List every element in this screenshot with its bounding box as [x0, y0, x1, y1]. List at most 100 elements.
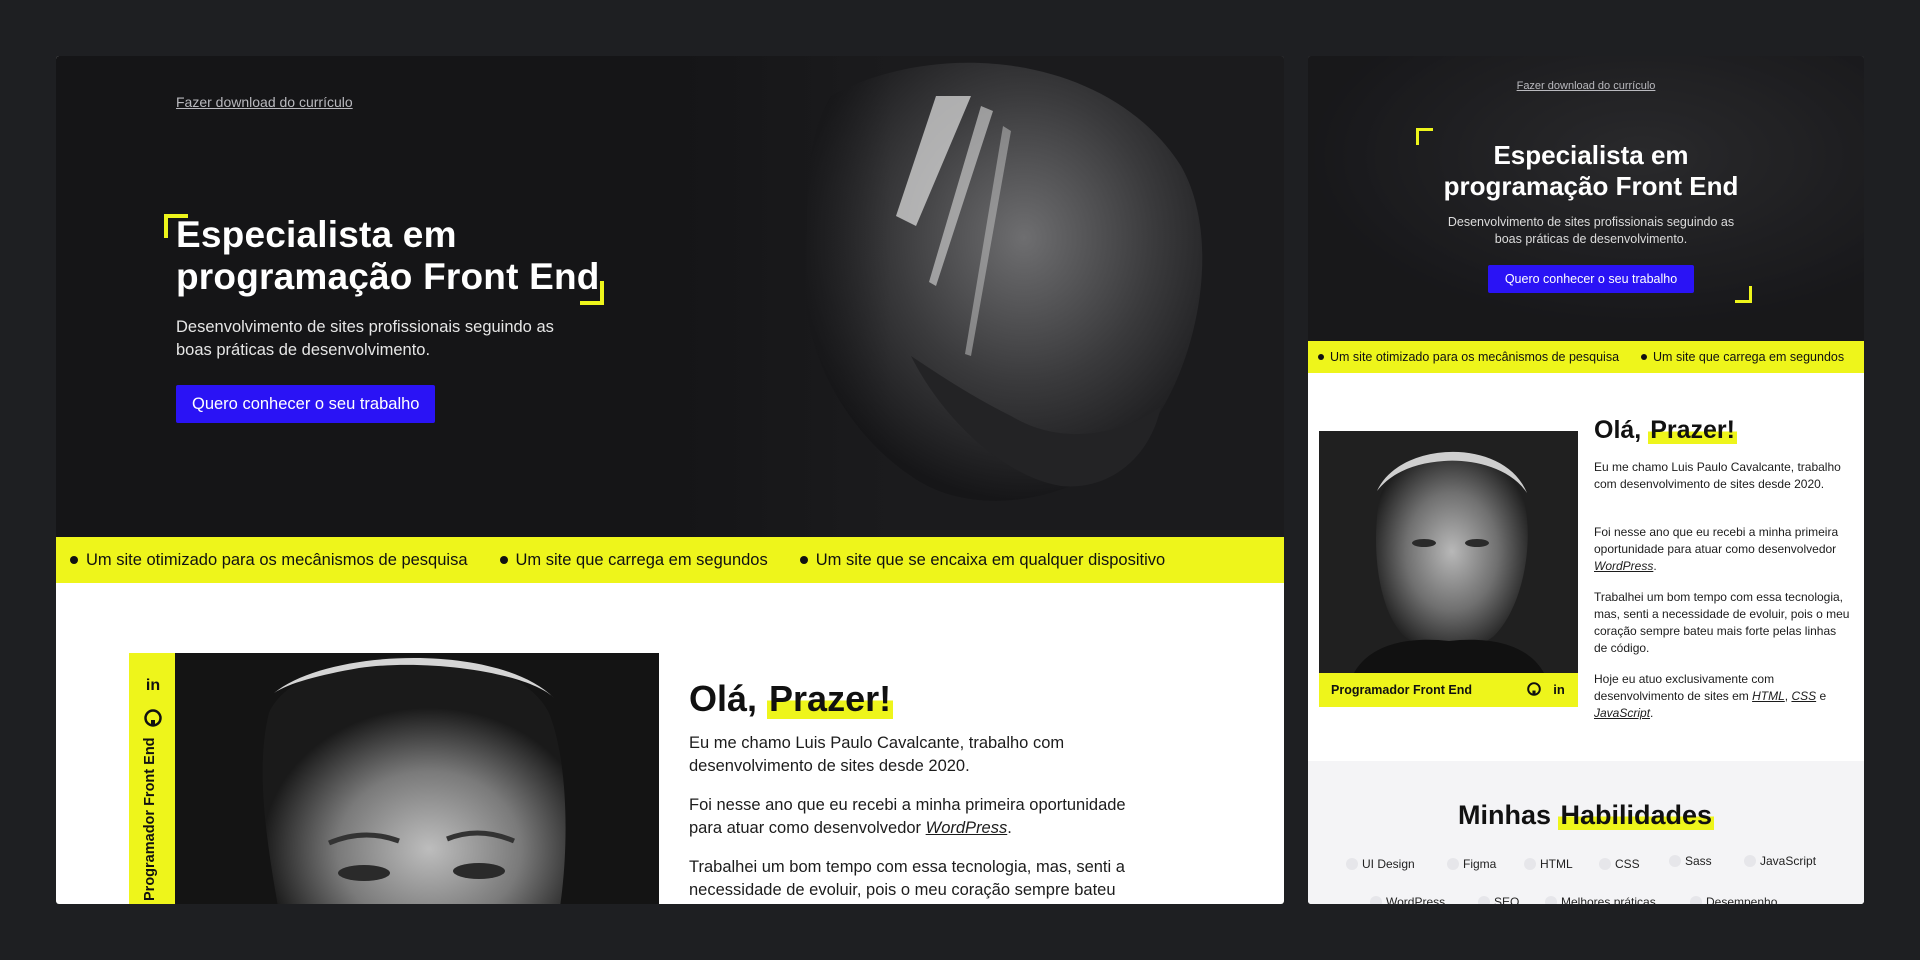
- mobile-about-paragraph-2: Foi nesse ano que eu recebi a minha prim…: [1594, 524, 1850, 575]
- hero-portrait-image: [681, 56, 1284, 537]
- about-p2-line2: para atuar como desenvolvedor: [689, 819, 926, 837]
- skill-label: SEO: [1494, 895, 1520, 904]
- mobile-about-p2-text: Foi nesse ano que eu recebi a minha prim…: [1594, 525, 1839, 556]
- download-resume-link[interactable]: Fazer download do currículo: [176, 94, 353, 110]
- about-paragraph-2: Foi nesse ano que eu recebi a minha prim…: [689, 794, 1159, 840]
- hero-subtitle-line1: Desenvolvimento de sites profissionais s…: [176, 318, 554, 336]
- skill-radio-icon: [1744, 855, 1756, 867]
- linkedin-icon[interactable]: in: [144, 677, 162, 695]
- skills-heading-prefix: Minhas: [1457, 800, 1559, 830]
- skill-label: Figma: [1463, 857, 1497, 871]
- about-p3-line2: necessidade de evoluir, pois o meu coraç…: [689, 881, 1116, 899]
- mobile-download-resume-link[interactable]: Fazer download do currículo: [1517, 80, 1656, 92]
- skill-chip: JavaScript: [1740, 851, 1820, 871]
- ticker-item: Um site otimizado para os mecânismos de …: [1318, 350, 1619, 364]
- skill-chip: Sass: [1665, 851, 1716, 871]
- about-heading: Olá, Prazer!: [689, 678, 894, 720]
- skill-chip: SEO: [1474, 892, 1523, 904]
- mobile-about-paragraph-4: Hoje eu atuo exclusivamente com desenvol…: [1594, 671, 1850, 722]
- about-p2-end: .: [1007, 819, 1012, 837]
- about-heading-prefix: Olá,: [689, 678, 768, 719]
- javascript-link[interactable]: JavaScript: [1594, 706, 1650, 720]
- hero-title-line1: Especialista em: [176, 214, 457, 255]
- about-p1-line1: Eu me chamo Luis Paulo Cavalcante, traba…: [689, 734, 1065, 752]
- about-p2-line1: Foi nesse ano que eu recebi a minha prim…: [689, 796, 1126, 814]
- skill-chip: UI Design: [1342, 854, 1419, 874]
- ticker-text: Um site otimizado para os mecânismos de …: [1330, 350, 1620, 364]
- mobile-hero-title: Especialista em programação Front End: [1308, 140, 1864, 202]
- about-p1-line2: desenvolvimento de sites desde 2020.: [689, 757, 970, 775]
- hero-subtitle: Desenvolvimento de sites profissionais s…: [176, 316, 596, 362]
- mobile-hero-subtitle: Desenvolvimento de sites profissionais s…: [1308, 214, 1864, 248]
- skill-radio-icon: [1545, 896, 1557, 904]
- skill-radio-icon: [1447, 858, 1459, 870]
- mobile-about-heading-highlight: Prazer!: [1648, 416, 1737, 444]
- skill-radio-icon: [1370, 896, 1382, 904]
- wordpress-link[interactable]: WordPress: [926, 819, 1008, 837]
- skill-chip: Melhores práticas: [1541, 892, 1660, 904]
- skill-chip: WordPress: [1366, 892, 1449, 904]
- desktop-preview: Fazer download do currículo Especialista…: [56, 56, 1284, 904]
- skill-label: UI Design: [1362, 857, 1415, 871]
- ticker-text: Um site que se encaixa em qualquer dispo…: [815, 550, 1166, 569]
- mobile-download-row: Fazer download do currículo: [1308, 80, 1864, 92]
- skill-chip: CSS: [1595, 854, 1644, 874]
- skill-chip: HTML: [1520, 854, 1577, 874]
- mobile-photo-caption: Programador Front End in: [1319, 673, 1578, 707]
- bullet-dot-icon: [1641, 354, 1648, 360]
- linkedin-icon[interactable]: in: [1551, 682, 1567, 698]
- mobile-hero-subtitle-line1: Desenvolvimento de sites profissionais s…: [1447, 215, 1735, 229]
- skill-label: Melhores práticas: [1561, 895, 1656, 904]
- side-role-label: Programador Front End: [142, 737, 158, 901]
- html-link[interactable]: HTML: [1752, 689, 1785, 703]
- mobile-feature-ticker: Um site otimizado para os mecânismos de …: [1308, 341, 1864, 373]
- mobile-about-p2-end: .: [1653, 559, 1657, 573]
- skill-chip: Desempenho: [1686, 892, 1781, 904]
- github-icon[interactable]: [144, 709, 162, 727]
- mobile-about-p4-and: e: [1816, 689, 1827, 703]
- skill-label: CSS: [1615, 857, 1640, 871]
- skill-label: Desempenho: [1706, 895, 1778, 904]
- skill-radio-icon: [1690, 896, 1702, 904]
- skills-heading: Minhas Habilidades: [1308, 800, 1864, 831]
- mobile-about-paragraph-1: Eu me chamo Luis Paulo Cavalcante, traba…: [1594, 460, 1841, 491]
- skill-radio-icon: [1669, 855, 1681, 867]
- skill-radio-icon: [1346, 858, 1358, 870]
- profile-photo: [129, 653, 659, 904]
- css-link[interactable]: CSS: [1791, 689, 1816, 703]
- mobile-profile-photo: [1319, 431, 1578, 673]
- skill-label: HTML: [1540, 857, 1573, 871]
- mobile-about-p4-text: Hoje eu atuo exclusivamente com desenvol…: [1594, 672, 1775, 703]
- mobile-about-paragraph-3: Trabalhei um bom tempo com essa tecnolog…: [1594, 590, 1850, 655]
- mobile-wordpress-link[interactable]: WordPress: [1594, 559, 1653, 573]
- mobile-about-heading-prefix: Olá,: [1594, 416, 1649, 444]
- bracket-bottom-right: [580, 281, 604, 305]
- hero-title: Especialista em programação Front End: [176, 214, 600, 298]
- ticker-item: Um site otimizado para os mecânismos de …: [70, 551, 468, 570]
- ticker-item: Um site que carrega em segundos: [499, 550, 768, 570]
- about-paragraph-3: Trabalhei um bom tempo com essa tecnolog…: [689, 856, 1159, 902]
- github-icon[interactable]: [1526, 682, 1542, 698]
- about-paragraph-1: Eu me chamo Luis Paulo Cavalcante, traba…: [689, 732, 1159, 778]
- hero-subtitle-line2: boas práticas de desenvolvimento.: [176, 341, 431, 359]
- mobile-about-p4-end: .: [1650, 706, 1654, 720]
- mobile-hero-title-line1: Especialista em: [1493, 140, 1689, 170]
- cta-button[interactable]: Quero conhecer o seu trabalho: [176, 385, 436, 423]
- about-p3-line1: Trabalhei um bom tempo com essa tecnolog…: [689, 858, 1125, 876]
- ticker-item: Um site que carrega em segundos: [1641, 350, 1844, 364]
- mobile-hero-subtitle-line2: boas práticas de desenvolvimento.: [1494, 232, 1688, 246]
- bullet-dot-icon: [1318, 354, 1324, 360]
- mobile-cta-button[interactable]: Quero conhecer o seu trabalho: [1488, 265, 1694, 293]
- feature-ticker: Um site otimizado para os mecânismos de …: [56, 537, 1284, 583]
- bullet-dot-icon: [499, 556, 508, 564]
- mobile-hero-title-line2: programação Front End: [1443, 171, 1739, 201]
- ticker-text: Um site que carrega em segundos: [515, 550, 768, 569]
- ticker-text: Um site otimizado para os mecânismos de …: [86, 550, 468, 569]
- skills-heading-highlight: Habilidades: [1558, 800, 1715, 830]
- hero-section: Fazer download do currículo Especialista…: [56, 56, 1284, 537]
- skill-label: WordPress: [1386, 895, 1446, 904]
- mobile-bracket-bottom-right: [1735, 286, 1752, 303]
- about-heading-highlight: Prazer!: [767, 678, 894, 719]
- skill-radio-icon: [1478, 896, 1490, 904]
- skill-label: Sass: [1685, 854, 1712, 868]
